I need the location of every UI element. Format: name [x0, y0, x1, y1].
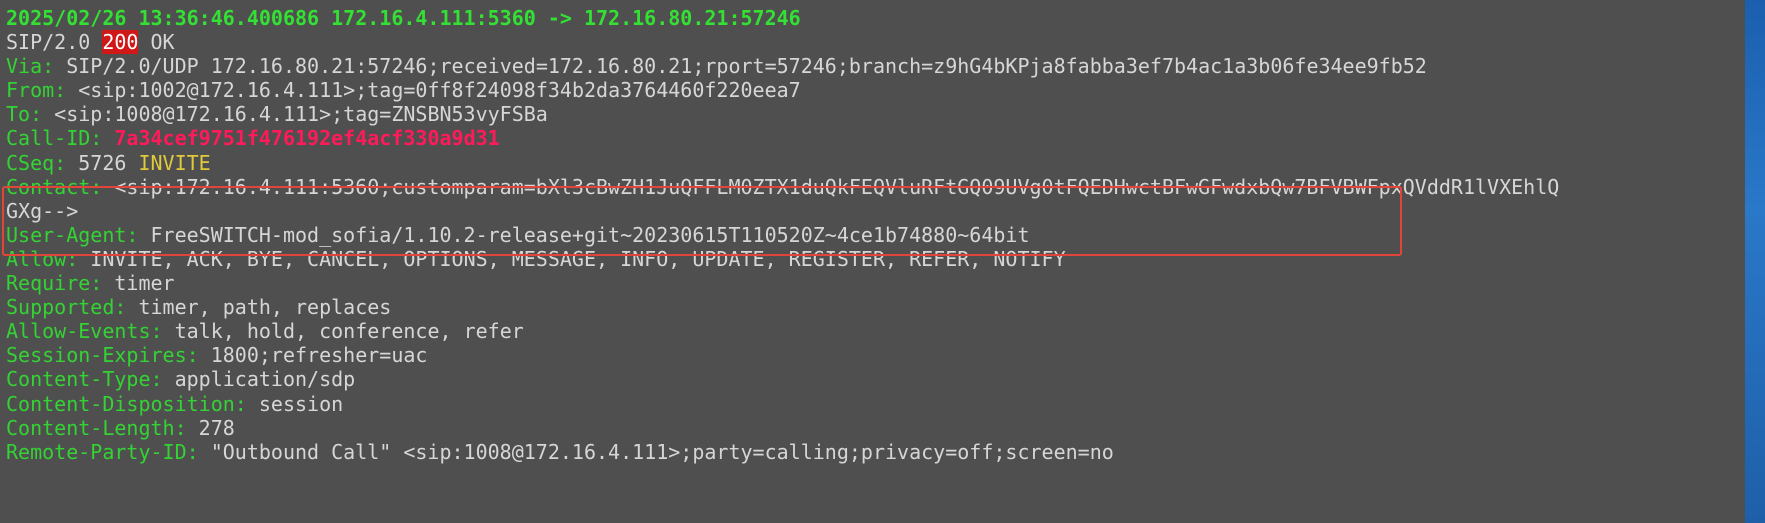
header-via-name: Via:: [6, 54, 55, 79]
header-allow-name: Allow:: [6, 246, 79, 271]
header-from: From: <sip:1002@172.16.4.111>;tag=0ff8f2…: [6, 78, 1739, 102]
header-allow-events: Allow-Events: talk, hold, conference, re…: [6, 319, 1739, 343]
header-user-agent-name: User-Agent:: [6, 222, 139, 247]
header-content-length-name: Content-Length:: [6, 415, 187, 440]
header-to-value: <sip:1008@172.16.4.111>;tag=ZNSBN53vyFSB…: [42, 102, 548, 127]
status-line: SIP/2.0 200 OK: [6, 30, 1739, 55]
header-content-type: Content-Type: application/sdp: [6, 367, 1739, 391]
packet-summary-line: 2025/02/26 13:36:46.400686 172.16.4.111:…: [6, 6, 1739, 30]
header-cseq-number: 5726: [66, 150, 139, 175]
header-allow: Allow: INVITE, ACK, BYE, CANCEL, OPTIONS…: [6, 247, 1739, 271]
header-cseq: CSeq: 5726 INVITE: [6, 151, 1739, 175]
header-call-id: Call-ID: 7a34cef9751f476192ef4acf330a9d3…: [6, 126, 1739, 150]
header-cseq-name: CSeq:: [6, 150, 67, 175]
header-from-value: <sip:1002@172.16.4.111>;tag=0ff8f24098f3…: [66, 78, 801, 103]
header-content-length: Content-Length: 278: [6, 416, 1739, 440]
header-allow-events-name: Allow-Events:: [6, 319, 163, 344]
header-supported-value: timer, path, replaces: [126, 295, 392, 320]
sip-message-output: 2025/02/26 13:36:46.400686 172.16.4.111:…: [6, 6, 1739, 464]
header-user-agent: User-Agent: FreeSWITCH-mod_sofia/1.10.2-…: [6, 223, 1739, 247]
header-remote-party-id-name: Remote-Party-ID:: [6, 439, 199, 464]
header-via-value: SIP/2.0/UDP 172.16.80.21:57246;received=…: [54, 54, 1427, 79]
header-call-id-value: 7a34cef9751f476192ef4acf330a9d31: [114, 126, 500, 151]
header-allow-value: INVITE, ACK, BYE, CANCEL, OPTIONS, MESSA…: [78, 246, 1066, 271]
header-supported-name: Supported:: [6, 295, 127, 320]
header-user-agent-value: FreeSWITCH-mod_sofia/1.10.2-release+git~…: [138, 222, 1030, 247]
header-supported: Supported: timer, path, replaces: [6, 295, 1739, 319]
header-contact-value: <sip:172.16.4.111:5360;customparam=bXl3c…: [102, 174, 1560, 199]
header-content-disposition-name: Content-Disposition:: [6, 391, 247, 416]
header-from-name: From:: [6, 78, 67, 103]
terminal-window[interactable]: 2025/02/26 13:36:46.400686 172.16.4.111:…: [0, 0, 1745, 523]
header-contact: Contact: <sip:172.16.4.111:5360;custompa…: [6, 175, 1739, 199]
header-to: To: <sip:1008@172.16.4.111>;tag=ZNSBN53v…: [6, 102, 1739, 126]
header-require-value: timer: [102, 271, 175, 296]
header-require-name: Require:: [6, 271, 103, 296]
desktop-background: [1745, 0, 1765, 523]
header-allow-events-value: talk, hold, conference, refer: [162, 319, 524, 344]
header-contact-wrap: GXg-->: [6, 198, 79, 223]
header-content-type-name: Content-Type:: [6, 367, 163, 392]
header-content-disposition: Content-Disposition: session: [6, 392, 1739, 416]
header-content-disposition-value: session: [246, 391, 344, 416]
header-content-type-value: application/sdp: [162, 367, 356, 392]
status-reason: OK: [138, 30, 175, 55]
header-content-length-value: 278: [186, 415, 235, 440]
sip-protocol-version: SIP/2.0: [6, 30, 103, 55]
header-contact-name: Contact:: [6, 174, 103, 199]
header-contact-continuation: GXg-->: [6, 199, 1739, 223]
header-cseq-method: INVITE: [138, 150, 211, 175]
header-session-expires-name: Session-Expires:: [6, 343, 199, 368]
packet-summary-text: 2025/02/26 13:36:46.400686 172.16.4.111:…: [6, 6, 801, 30]
header-via: Via: SIP/2.0/UDP 172.16.80.21:57246;rece…: [6, 54, 1739, 78]
header-session-expires-value: 1800;refresher=uac: [198, 343, 428, 368]
header-to-name: To:: [6, 102, 43, 127]
header-call-id-name: Call-ID:: [6, 126, 103, 151]
header-remote-party-id-value: "Outbound Call" <sip:1008@172.16.4.111>;…: [198, 439, 1114, 464]
header-remote-party-id: Remote-Party-ID: "Outbound Call" <sip:10…: [6, 440, 1739, 464]
header-require: Require: timer: [6, 271, 1739, 295]
status-code-badge: 200: [102, 30, 139, 55]
header-session-expires: Session-Expires: 1800;refresher=uac: [6, 343, 1739, 367]
